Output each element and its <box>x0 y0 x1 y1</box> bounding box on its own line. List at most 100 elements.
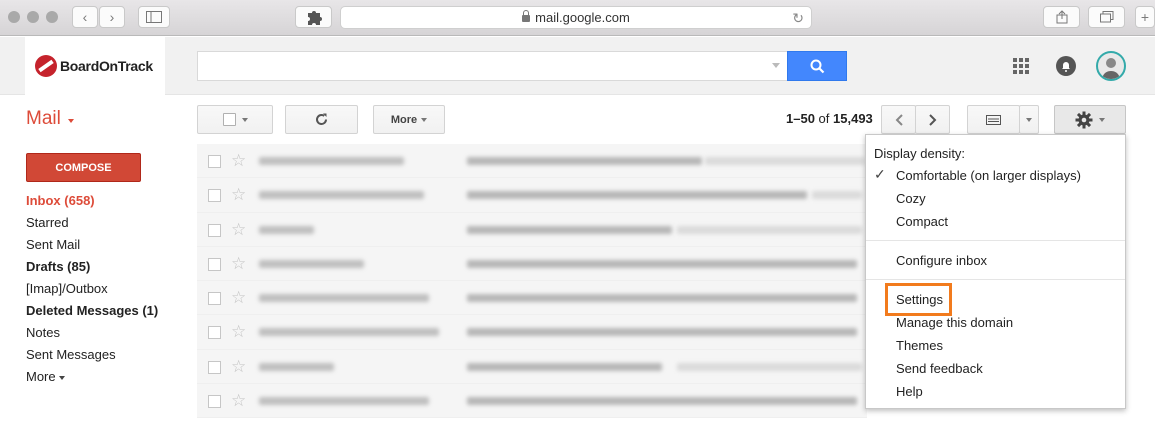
table-row[interactable]: ☆ <box>197 281 867 316</box>
settings-highlight-box <box>885 283 952 316</box>
settings-menu: Display density: ✓ Comfortable (on large… <box>865 134 1126 409</box>
chevron-left-icon <box>895 113 903 126</box>
older-button[interactable] <box>915 105 950 134</box>
blurred-sender <box>259 362 334 371</box>
input-tools-dropdown[interactable] <box>1019 105 1039 134</box>
star-icon[interactable]: ☆ <box>231 254 246 274</box>
minimize-window-icon[interactable] <box>27 11 39 23</box>
pagination-info: 1–50 of 15,493 <box>786 111 873 126</box>
gmail-header: BoardOnTrack <box>0 37 1155 95</box>
sidebar-item-starred[interactable]: Starred <box>26 212 191 234</box>
menu-item-help[interactable]: Help <box>896 384 923 399</box>
row-checkbox[interactable] <box>208 155 221 168</box>
blurred-subject <box>467 328 857 337</box>
menu-item-comfortable[interactable]: Comfortable (on larger displays) <box>896 168 1081 183</box>
table-row[interactable]: ☆ <box>197 349 867 385</box>
sidebar-more-label: More <box>26 369 56 384</box>
star-icon[interactable]: ☆ <box>231 391 246 411</box>
row-checkbox[interactable] <box>208 292 221 306</box>
search-icon <box>810 59 824 73</box>
star-icon[interactable]: ☆ <box>231 322 246 342</box>
account-avatar[interactable] <box>1096 51 1126 81</box>
row-checkbox[interactable] <box>208 223 221 237</box>
row-checkbox[interactable] <box>208 189 221 203</box>
star-icon[interactable]: ☆ <box>231 151 246 171</box>
row-checkbox[interactable] <box>208 257 221 271</box>
sidebar-item-drafts[interactable]: Drafts (85) <box>26 256 191 278</box>
new-tab-button[interactable]: + <box>1135 6 1155 28</box>
brand-logo[interactable]: BoardOnTrack <box>25 37 165 95</box>
search-options-caret-icon[interactable] <box>772 63 780 68</box>
input-tools-button[interactable] <box>967 105 1020 134</box>
sidebar-item-sent-mail[interactable]: Sent Mail <box>26 234 191 256</box>
share-button[interactable] <box>1043 6 1080 28</box>
row-checkbox[interactable] <box>208 326 221 340</box>
menu-item-configure-inbox[interactable]: Configure inbox <box>896 253 987 268</box>
blurred-sender <box>259 191 424 200</box>
settings-gear-button[interactable] <box>1054 105 1126 134</box>
mail-menu-caret-icon[interactable] <box>68 119 74 123</box>
input-tools-caret-icon <box>1026 117 1032 122</box>
back-button[interactable]: ‹ <box>72 6 98 28</box>
search-input[interactable] <box>197 51 788 81</box>
table-row[interactable]: ☆ <box>197 212 867 247</box>
table-row[interactable]: ☆ <box>197 246 867 282</box>
sidebar-item-imap-outbox[interactable]: [Imap]/Outbox <box>26 278 191 300</box>
table-row[interactable]: ☆ <box>197 384 867 419</box>
close-window-icon[interactable] <box>8 11 20 23</box>
blurred-snippet <box>677 225 862 234</box>
table-row[interactable]: ☆ <box>197 144 867 179</box>
sidebar-item-more[interactable]: More <box>26 366 191 388</box>
menu-item-manage-domain[interactable]: Manage this domain <box>896 315 1013 330</box>
logo-mark-icon <box>35 55 57 77</box>
blurred-snippet <box>677 362 862 371</box>
menu-item-compact[interactable]: Compact <box>896 214 948 229</box>
menu-item-cozy[interactable]: Cozy <box>896 191 926 206</box>
sidebar-item-notes[interactable]: Notes <box>26 322 191 344</box>
mail-menu-label[interactable]: Mail <box>26 108 61 130</box>
reload-icon[interactable]: ↻ <box>792 10 804 27</box>
star-icon[interactable]: ☆ <box>231 220 246 240</box>
display-density-heading: Display density: <box>874 146 966 161</box>
menu-item-themes[interactable]: Themes <box>896 338 943 353</box>
select-caret-icon <box>241 117 248 122</box>
menu-item-send-feedback[interactable]: Send feedback <box>896 361 983 376</box>
table-row[interactable]: ☆ <box>197 315 867 350</box>
sidebar-item-deleted-messages[interactable]: Deleted Messages (1) <box>26 300 191 322</box>
more-actions-label: More <box>390 113 418 126</box>
compose-button[interactable]: COMPOSE <box>26 153 141 182</box>
search-button[interactable] <box>787 51 847 81</box>
blurred-subject <box>467 294 857 303</box>
sidebar-item-inbox[interactable]: Inbox (658) <box>26 190 191 212</box>
person-icon <box>1102 58 1120 79</box>
apps-grid-icon[interactable] <box>1013 58 1029 74</box>
tabs-icon <box>1099 11 1113 23</box>
refresh-button[interactable] <box>285 105 358 134</box>
forward-button[interactable]: › <box>99 6 125 28</box>
select-checkbox-button[interactable] <box>197 105 273 134</box>
row-checkbox[interactable] <box>208 360 221 374</box>
table-row[interactable]: ☆ <box>197 178 867 213</box>
blurred-subject <box>467 191 807 200</box>
extension-button[interactable] <box>295 6 332 28</box>
share-icon <box>1056 10 1067 24</box>
refresh-icon <box>316 113 327 125</box>
lock-icon <box>522 10 531 22</box>
address-bar[interactable]: mail.google.com ↻ <box>340 6 812 29</box>
tabs-overview-button[interactable] <box>1088 6 1125 28</box>
row-checkbox[interactable] <box>208 395 221 409</box>
message-list: ☆ ☆ ☆ ☆ ☆ ☆ ☆ ☆ <box>197 144 867 419</box>
sidebar-toggle-button[interactable] <box>138 6 170 28</box>
sidebar-item-sent-messages[interactable]: Sent Messages <box>26 344 191 366</box>
star-icon[interactable]: ☆ <box>231 357 246 377</box>
newer-button[interactable] <box>881 105 916 134</box>
more-actions-button[interactable]: More <box>373 105 445 134</box>
star-icon[interactable]: ☆ <box>231 288 246 308</box>
total-count: 15,493 <box>833 111 873 126</box>
star-icon[interactable]: ☆ <box>231 185 246 205</box>
zoom-window-icon[interactable] <box>46 11 58 23</box>
select-all-checkbox[interactable] <box>222 113 236 126</box>
of-label: of <box>818 111 830 126</box>
settings-caret-icon <box>1099 117 1105 122</box>
notifications-bell-icon[interactable] <box>1056 56 1076 76</box>
